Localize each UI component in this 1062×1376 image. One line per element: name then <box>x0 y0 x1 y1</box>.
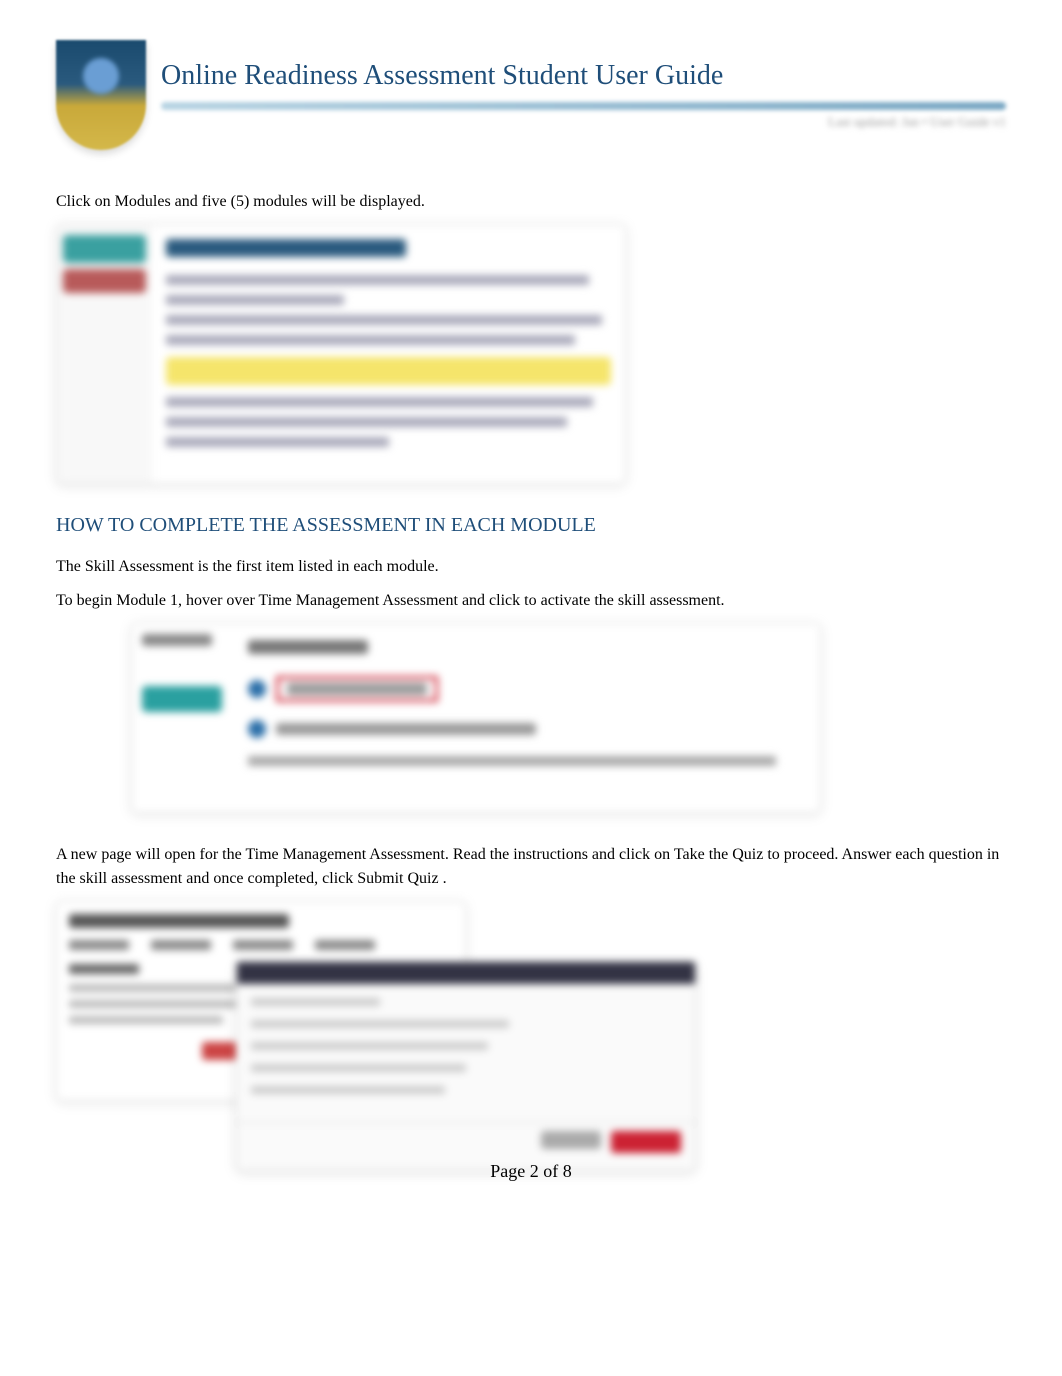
para1-prefix: Click on <box>56 193 115 210</box>
quiz-submit-screenshot <box>236 961 696 1171</box>
instruction-paragraph-3: To begin Module 1, hover over Time Manag… <box>56 589 1006 613</box>
title-block: Online Readiness Assessment Student User… <box>161 60 1006 130</box>
title-divider <box>161 102 1006 110</box>
modules-screenshot <box>56 224 626 484</box>
instruction-paragraph-4: A new page will open for the Time Manage… <box>56 843 1006 891</box>
quiz-screenshots <box>56 901 1006 1181</box>
pager-prefix: Page <box>490 1161 530 1181</box>
pager-of: of <box>539 1161 563 1181</box>
para1-suffix: and five (5) modules will be displayed. <box>175 193 425 210</box>
pager-current: 2 <box>530 1161 539 1181</box>
para4-suffix: . <box>443 870 447 887</box>
para4-prefix: A new page will open for the Time Manage… <box>56 846 674 863</box>
module-item-screenshot <box>131 623 821 813</box>
section-heading: HOW TO COMPLETE THE ASSESSMENT IN EACH M… <box>56 514 1006 537</box>
take-quiz-label: Take the Quiz <box>674 846 764 863</box>
page-header: Online Readiness Assessment Student User… <box>56 40 1006 150</box>
institution-logo <box>56 40 146 150</box>
page-title: Online Readiness Assessment Student User… <box>161 60 1006 92</box>
pager-total: 8 <box>563 1161 572 1181</box>
page-number: Page 2 of 8 <box>56 1161 1006 1182</box>
instruction-paragraph-2: The Skill Assessment is the first item l… <box>56 555 1006 579</box>
instruction-paragraph-1: Click on Modules and five (5) modules wi… <box>56 190 1006 214</box>
modules-label: Modules <box>115 193 171 210</box>
submit-quiz-label: Submit Quiz <box>357 870 438 887</box>
header-meta: Last updated: Jan • User Guide v1 <box>161 114 1006 130</box>
